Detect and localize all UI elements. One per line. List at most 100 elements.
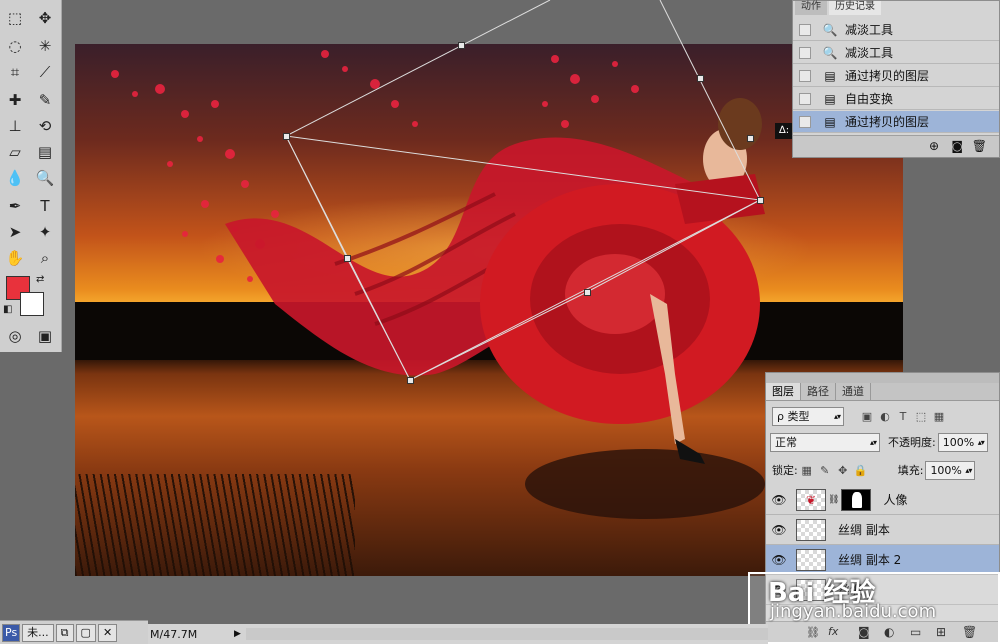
dodge-tool-icon: 🔍 — [822, 22, 838, 37]
crop-tool-icon[interactable]: ⌗ — [2, 60, 28, 84]
watermark-url: jingyan.baidu.com — [770, 601, 937, 622]
eyedropper-tool-icon[interactable]: ⟋ — [32, 60, 58, 84]
horizontal-scrollbar[interactable] — [246, 628, 768, 640]
transform-handle[interactable] — [747, 135, 754, 142]
history-item[interactable]: ▤ 通过拷贝的图层 — [793, 65, 999, 87]
layer-name: 丝绸 副本 2 — [838, 553, 902, 567]
history-brush-tool-icon[interactable]: ⟲ — [32, 114, 58, 138]
lock-position-icon[interactable]: ✥ — [834, 464, 852, 477]
photoshop-app-icon[interactable]: Ps — [2, 623, 21, 642]
history-item[interactable]: ▤ 自由变换 — [793, 88, 999, 110]
hand-tool-icon[interactable]: ✋ — [2, 246, 28, 270]
tab-actions[interactable]: 动作 — [795, 1, 827, 15]
history-item-label: 通过拷贝的图层 — [845, 115, 930, 129]
screen-mode-icon[interactable]: ▣ — [32, 324, 58, 348]
transform-handle[interactable] — [697, 75, 704, 82]
new-document-from-state-icon[interactable]: ⊕ — [929, 139, 939, 153]
history-item-selected[interactable]: ▤ 通过拷贝的图层 — [793, 111, 999, 133]
history-item-label: 减淡工具 — [845, 46, 894, 60]
layer-name: 人像 — [883, 493, 908, 507]
maximize-window-button[interactable]: ▢ — [75, 623, 96, 642]
tab-paths[interactable]: 路径 — [801, 383, 836, 400]
history-panel: 动作 历史记录 🔍 减淡工具 🔍 减淡工具 ▤ 通过拷贝的图层 ▤ 自由变换 ▤… — [792, 0, 1000, 158]
layer-row[interactable]: 👁 ❦ ⛓ 人像 — [766, 485, 999, 515]
tab-layers[interactable]: 图层 — [766, 383, 801, 400]
transform-handle[interactable] — [458, 42, 465, 49]
dodge-tool-icon: 🔍 — [822, 45, 838, 60]
lock-transparent-icon[interactable]: ▦ — [798, 464, 816, 477]
transform-handle[interactable] — [757, 197, 764, 204]
transform-handle[interactable] — [344, 255, 351, 262]
history-checkbox[interactable] — [799, 69, 811, 82]
lock-all-icon[interactable]: 🔒 — [852, 464, 870, 477]
pixel-filter-icon[interactable]: ▣ — [858, 410, 876, 423]
tab-history[interactable]: 历史记录 — [829, 1, 881, 15]
model-hair — [718, 98, 762, 150]
brush-tool-icon[interactable]: ✎ — [32, 88, 58, 112]
history-item[interactable]: 🔍 减淡工具 — [793, 42, 999, 64]
magic-wand-tool-icon[interactable]: ✳ — [32, 34, 58, 58]
restore-window-button[interactable]: ⧉ — [55, 623, 74, 642]
tab-channels[interactable]: 通道 — [836, 383, 871, 400]
eye-icon[interactable]: 👁 — [770, 553, 788, 567]
close-window-button[interactable]: ✕ — [97, 623, 118, 642]
history-item[interactable]: 🔍 减淡工具 — [793, 19, 999, 41]
opacity-input[interactable]: 100% — [937, 432, 988, 452]
layer-name: 丝绸 副本 — [838, 523, 890, 537]
status-menu-arrow-icon[interactable]: ▶ — [234, 629, 244, 639]
taskbar-window-item[interactable]: 未... — [22, 623, 54, 642]
history-checkbox[interactable] — [799, 46, 811, 59]
layer-row-selected[interactable]: 👁 丝绸 副本 2 — [766, 545, 999, 575]
trash-icon[interactable]: 🗑 — [972, 139, 987, 153]
transform-handle[interactable] — [283, 133, 290, 140]
history-footer: ⊕ ◙ 🗑 — [793, 135, 999, 157]
history-checkbox[interactable] — [799, 92, 811, 105]
eraser-tool-icon[interactable]: ▱ — [2, 140, 28, 164]
blend-mode-select[interactable]: 正常 — [770, 432, 880, 452]
transform-handle[interactable] — [584, 289, 591, 296]
opacity-label: 不透明度: — [888, 436, 936, 449]
taskbar: Ps 未... ⧉ ▢ ✕ — [0, 620, 148, 644]
dodge-tool-icon[interactable]: 🔍 — [32, 166, 58, 190]
background-color-swatch[interactable] — [20, 292, 44, 316]
eye-icon[interactable]: 👁 — [770, 523, 788, 537]
clone-stamp-tool-icon[interactable]: ⊥ — [2, 114, 28, 138]
gradient-tool-icon[interactable]: ▤ — [32, 140, 58, 164]
layer-thumbnail: ❦ — [796, 488, 826, 511]
lock-pixels-icon[interactable]: ✎ — [816, 464, 834, 477]
path-selection-tool-icon[interactable]: ➤ — [2, 220, 28, 244]
type-tool-icon[interactable]: T — [32, 194, 58, 218]
layer-thumbnail — [796, 548, 826, 571]
document-icon: ▤ — [824, 68, 836, 83]
shape-filter-icon[interactable]: ⬚ — [912, 410, 930, 423]
lasso-tool-icon[interactable]: ◌ — [2, 34, 28, 58]
eye-icon[interactable]: 👁 — [770, 493, 788, 507]
fill-input[interactable]: 100% — [925, 460, 976, 480]
link-icon[interactable]: ⛓ — [828, 495, 839, 505]
fill-label: 填充: — [897, 464, 924, 477]
adjustment-filter-icon[interactable]: ◐ — [876, 410, 894, 423]
quick-mask-icon[interactable]: ◎ — [2, 324, 28, 348]
panel-grip[interactable] — [766, 373, 999, 383]
zoom-tool-icon[interactable]: ⌕ — [32, 246, 58, 270]
history-checkbox[interactable] — [799, 23, 811, 36]
camera-snapshot-icon[interactable]: ◙ — [951, 139, 963, 153]
layer-filter-select[interactable]: ρ 类型 — [772, 406, 844, 426]
tools-panel: ⬚ ✥ ◌ ✳ ⌗ ⟋ ✚ ✎ ⊥ ⟲ ▱ ▤ 💧 🔍 ✒ T ➤ ✦ ✋ ⌕ … — [0, 0, 62, 352]
marquee-tool-icon[interactable]: ⬚ — [2, 6, 28, 30]
lock-label: 锁定: — [772, 464, 798, 477]
shape-tool-icon[interactable]: ✦ — [32, 220, 58, 244]
type-filter-icon[interactable]: T — [894, 410, 912, 423]
history-checkbox[interactable] — [799, 115, 811, 128]
pen-tool-icon[interactable]: ✒ — [2, 194, 28, 218]
move-tool-icon[interactable]: ✥ — [32, 6, 58, 30]
layer-row[interactable]: 👁 丝绸 副本 — [766, 515, 999, 545]
layer-thumbnail — [796, 518, 826, 541]
blur-tool-icon[interactable]: 💧 — [2, 166, 28, 190]
layer-mask-thumbnail[interactable] — [841, 488, 872, 511]
default-colors-icon[interactable]: ◧ — [3, 304, 12, 315]
smart-object-filter-icon[interactable]: ▦ — [930, 410, 948, 423]
transform-handle[interactable] — [407, 377, 414, 384]
swap-colors-icon[interactable]: ⇄ — [36, 274, 44, 285]
healing-brush-tool-icon[interactable]: ✚ — [2, 88, 28, 112]
